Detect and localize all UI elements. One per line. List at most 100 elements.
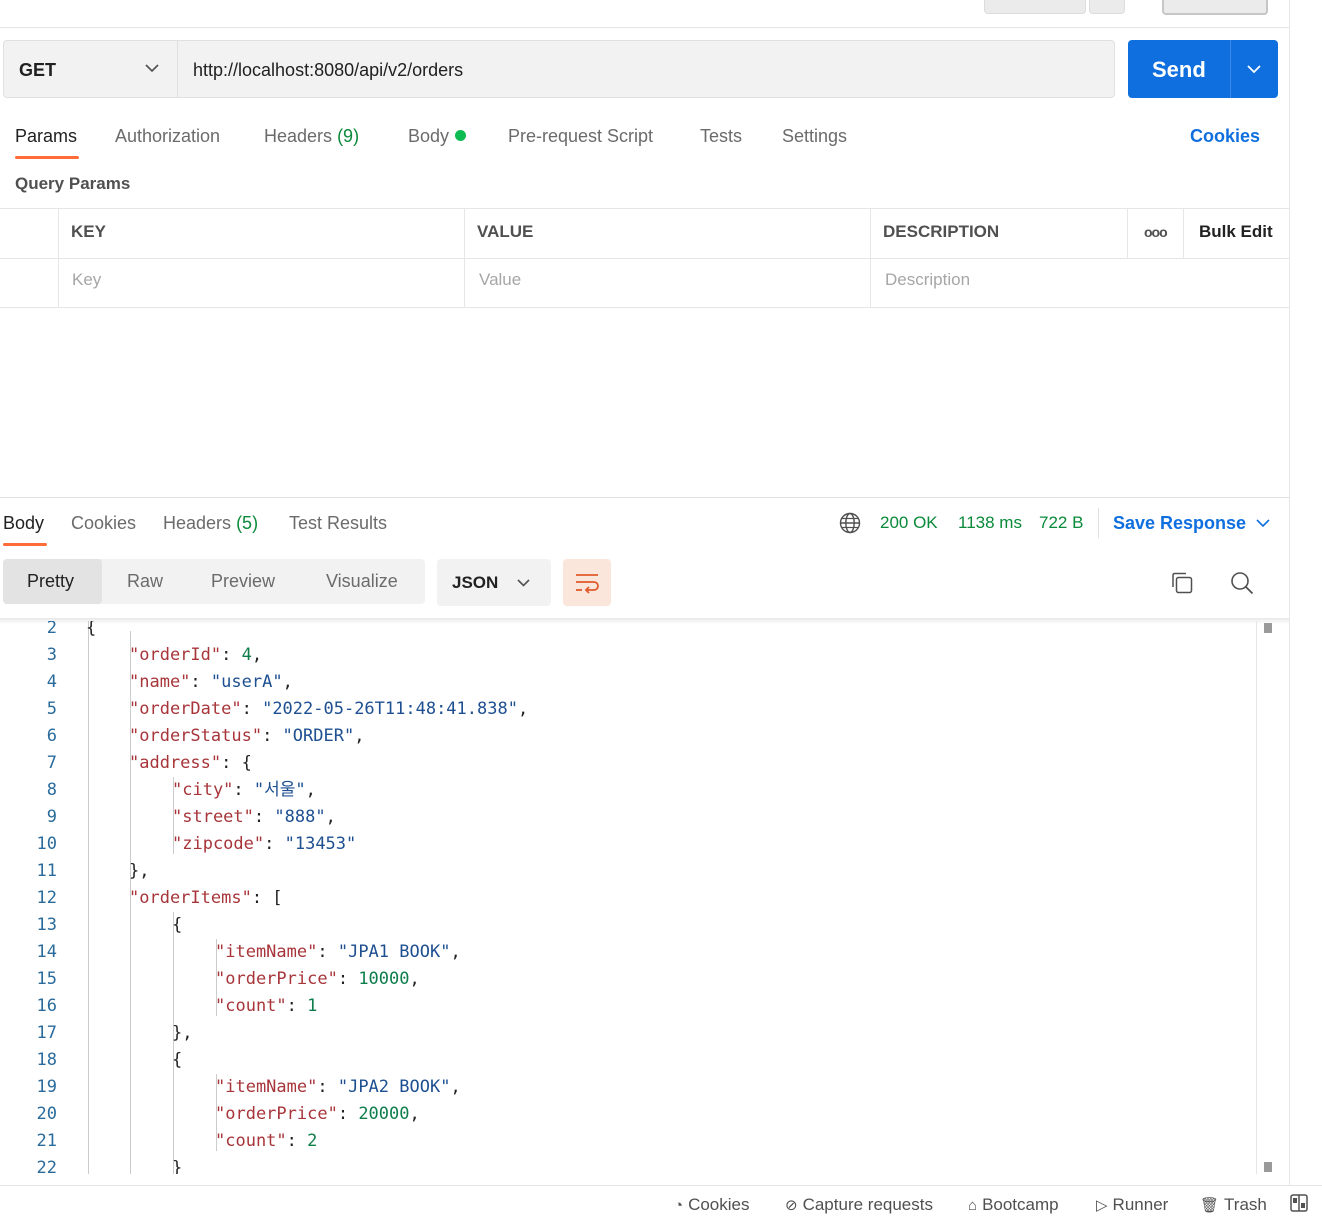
line-number: 14 xyxy=(36,942,57,962)
response-tab-cookies[interactable]: Cookies xyxy=(71,513,136,534)
code-line: 7 "address": { xyxy=(0,750,1256,777)
code-line: 4 "name": "userA", xyxy=(0,669,1256,696)
code-line: 15 "orderPrice": 10000, xyxy=(0,966,1256,993)
code-scrollbar-track[interactable] xyxy=(1256,621,1257,1174)
code-token: , xyxy=(251,645,263,665)
code-token: "JPA2 BOOK" xyxy=(337,1077,451,1097)
active-tab-underline xyxy=(15,156,79,159)
table-col-divider xyxy=(870,208,871,308)
code-text: { xyxy=(86,621,96,642)
response-body-code[interactable]: 2{3 "orderId": 4, 4 "name": "userA", 5 "order… xyxy=(0,621,1256,1174)
description-input-placeholder[interactable]: Description xyxy=(885,270,970,290)
code-line: 10 "zipcode": "13453" xyxy=(0,831,1256,858)
tab-pre-request-script[interactable]: Pre-request Script xyxy=(508,126,653,147)
code-line: 16 "count": 1 xyxy=(0,993,1256,1020)
view-mode-raw[interactable]: Raw xyxy=(127,571,163,592)
line-number: 21 xyxy=(36,1131,57,1151)
code-token: "itemName" xyxy=(215,942,318,962)
line-number: 20 xyxy=(36,1104,57,1124)
wrap-lines-icon xyxy=(576,574,599,594)
view-mode-preview[interactable]: Preview xyxy=(211,571,275,592)
code-token: "name" xyxy=(129,672,191,692)
search-icon[interactable] xyxy=(1230,571,1254,595)
code-text: "orderStatus": "ORDER", xyxy=(129,723,364,750)
value-input-placeholder[interactable]: Value xyxy=(479,270,521,290)
footer-bootcamp[interactable]: ⌂ Bootcamp xyxy=(968,1195,1059,1215)
tab-authorization[interactable]: Authorization xyxy=(115,126,220,147)
code-token: "orderItems" xyxy=(129,888,252,908)
code-line: 9 "street": "888", xyxy=(0,804,1256,831)
code-text: "zipcode": "13453" xyxy=(172,831,356,858)
code-text: "count": 2 xyxy=(215,1128,317,1155)
code-token: , xyxy=(517,699,529,719)
code-token: : xyxy=(337,1104,359,1124)
table-col-divider xyxy=(58,208,59,308)
response-headers-count: (5) xyxy=(236,513,259,533)
response-pane-divider[interactable] xyxy=(0,497,1289,498)
column-header-key: KEY xyxy=(71,222,106,241)
response-size[interactable]: 722 B xyxy=(1039,513,1083,533)
view-mode-pretty[interactable]: Pretty xyxy=(27,571,74,592)
code-text: }, xyxy=(172,1020,192,1047)
footer-capture-requests[interactable]: ⊘ Capture requests xyxy=(785,1195,933,1215)
code-token: "13453" xyxy=(284,834,357,854)
response-tab-headers[interactable]: Headers (5) xyxy=(163,513,258,534)
code-token: } xyxy=(172,1158,183,1174)
code-token: 10000 xyxy=(358,969,410,989)
code-token: , xyxy=(409,1104,420,1124)
code-line: 21 "count": 2 xyxy=(0,1128,1256,1155)
save-response-button[interactable]: Save Response xyxy=(1113,513,1246,534)
key-input-placeholder[interactable]: Key xyxy=(72,270,101,290)
code-text: }, xyxy=(129,858,149,885)
tab-tests[interactable]: Tests xyxy=(700,126,742,147)
code-text: "orderId": 4, xyxy=(129,642,262,669)
code-text: "city": "서울", xyxy=(172,777,316,804)
code-token: "count" xyxy=(215,1131,287,1151)
code-token: , xyxy=(305,780,316,800)
save-response-chevron-icon[interactable] xyxy=(1256,519,1270,528)
line-number: 3 xyxy=(46,645,57,665)
format-label: JSON xyxy=(452,573,499,592)
code-token: : xyxy=(233,780,254,800)
status-code[interactable]: 200 OK xyxy=(880,513,938,533)
send-split-divider xyxy=(1230,40,1231,98)
line-number: 11 xyxy=(36,861,57,881)
column-header-description: DESCRIPTION xyxy=(883,222,1000,241)
code-line: 13 { xyxy=(0,912,1256,939)
response-tab-test-results[interactable]: Test Results xyxy=(289,513,387,534)
bulk-edit-button[interactable]: Bulk Edit xyxy=(1199,222,1273,242)
tab-headers[interactable]: Headers (9) xyxy=(264,126,359,147)
code-token: "orderDate" xyxy=(129,699,242,719)
view-mode-visualize[interactable]: Visualize xyxy=(326,571,398,592)
two-pane-icon[interactable] xyxy=(1290,1194,1308,1212)
code-text: "address": { xyxy=(129,750,252,777)
method-label: GET xyxy=(19,60,57,80)
copy-icon[interactable] xyxy=(1170,571,1194,595)
send-options-chevron-icon[interactable] xyxy=(1247,65,1261,74)
footer-runner[interactable]: ▷ Runner xyxy=(1096,1195,1168,1215)
response-time[interactable]: 1138 ms xyxy=(958,513,1022,533)
line-number: 10 xyxy=(36,834,57,854)
toolbar-button-partial[interactable] xyxy=(984,0,1086,14)
footer-trash[interactable]: 🗑 Trash xyxy=(1200,1195,1267,1215)
line-number: 2 xyxy=(46,621,57,638)
tab-settings[interactable]: Settings xyxy=(782,126,847,147)
code-token: "서울" xyxy=(253,780,306,800)
code-line: 17}, xyxy=(0,1020,1256,1047)
tab-params[interactable]: Params xyxy=(15,126,77,147)
footer-cookies[interactable]: ◔ Cookies xyxy=(674,1195,749,1215)
line-number: 19 xyxy=(36,1077,57,1097)
globe-icon[interactable] xyxy=(839,512,861,534)
cookies-link[interactable]: Cookies xyxy=(1190,126,1260,147)
code-line: 3 "orderId": 4, xyxy=(0,642,1256,669)
code-token: 20000 xyxy=(358,1104,410,1124)
toolbar-toggle-partial[interactable] xyxy=(1162,0,1268,15)
code-token: }, xyxy=(172,1023,193,1043)
tab-body[interactable]: Body xyxy=(408,126,467,147)
code-line: 18 { xyxy=(0,1047,1256,1074)
more-options-icon[interactable]: ooo xyxy=(1144,224,1168,240)
toolbar-button-partial[interactable] xyxy=(1089,0,1125,14)
table-col-divider xyxy=(1183,208,1184,258)
code-line: 19 "itemName": "JPA2 BOOK", xyxy=(0,1074,1256,1101)
response-tab-body[interactable]: Body xyxy=(3,513,44,534)
